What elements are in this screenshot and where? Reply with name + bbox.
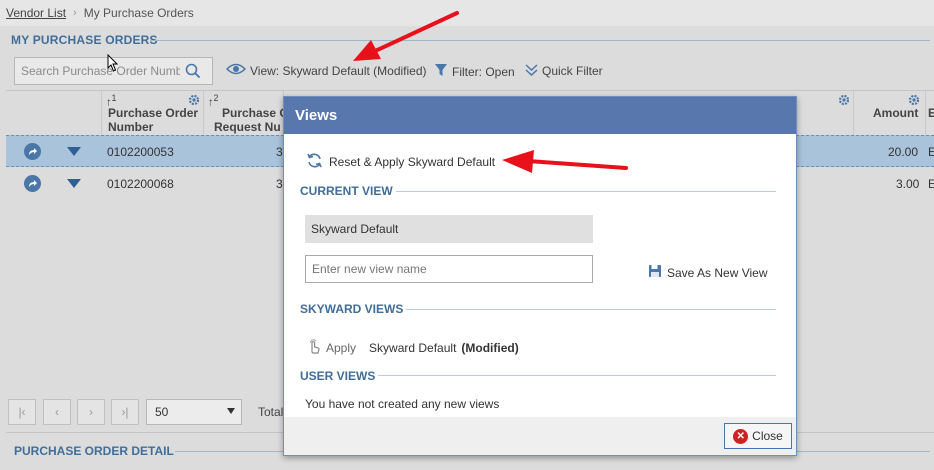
search-input[interactable] bbox=[15, 59, 180, 83]
last-page-icon: ›| bbox=[121, 405, 129, 419]
page-title: MY PURCHASE ORDERS bbox=[11, 33, 158, 47]
po-number-cell: 0102200053 bbox=[107, 145, 174, 159]
save-as-new-view-button[interactable]: Save As New View bbox=[648, 264, 768, 281]
column-po-number-label-2: Number bbox=[108, 120, 154, 134]
current-view-heading: CURRENT VIEW bbox=[300, 184, 393, 198]
column-amount[interactable]: Amount bbox=[854, 91, 926, 135]
dialog-title: Views bbox=[284, 97, 796, 134]
chevron-right-icon: › bbox=[89, 405, 93, 419]
floppy-disk-icon bbox=[648, 264, 662, 281]
expand-triangle-icon[interactable] bbox=[67, 147, 81, 156]
sort-up-arrow-icon: ↑2 bbox=[208, 93, 219, 109]
touch-hand-icon bbox=[307, 338, 321, 357]
filter-label: Filter: Open bbox=[452, 64, 515, 79]
funnel-icon bbox=[434, 63, 448, 80]
view-selector-button[interactable]: View: Skyward Default (Modified) bbox=[225, 63, 427, 78]
gear-icon[interactable] bbox=[908, 94, 920, 106]
user-views-heading: USER VIEWS bbox=[300, 369, 376, 383]
skyward-views-heading: SKYWARD VIEWS bbox=[300, 302, 404, 316]
reset-apply-default-button[interactable]: Reset & Apply Skyward Default bbox=[306, 152, 495, 172]
breadcrumb: Vendor List › My Purchase Orders bbox=[0, 0, 934, 26]
column-po-request-label: Purchase O bbox=[222, 106, 284, 120]
close-label: Close bbox=[752, 429, 783, 443]
page-size-select[interactable]: 50 bbox=[146, 399, 242, 425]
section-divider bbox=[378, 375, 776, 376]
skyward-view-item: Apply Skyward Default (Modified) bbox=[307, 338, 519, 357]
open-arrow-icon[interactable] bbox=[24, 175, 41, 192]
dropdown-arrow-icon bbox=[227, 408, 235, 414]
apply-view-button[interactable]: Apply bbox=[307, 338, 356, 357]
mouse-cursor-icon bbox=[107, 54, 119, 72]
extra-cell: E bbox=[928, 145, 934, 159]
filter-button[interactable]: Filter: Open bbox=[434, 63, 515, 80]
po-number-cell: 0102200068 bbox=[107, 177, 174, 191]
new-view-field bbox=[305, 255, 593, 283]
dialog-footer: ✕ Close bbox=[284, 417, 796, 455]
reset-apply-label: Reset & Apply Skyward Default bbox=[329, 155, 496, 169]
quick-filter-label: Quick Filter bbox=[542, 64, 603, 78]
section-divider bbox=[396, 191, 776, 192]
extra-cell: E bbox=[928, 177, 934, 191]
skyward-view-name: Skyward Default bbox=[369, 340, 457, 355]
modified-badge: (Modified) bbox=[461, 340, 519, 355]
gear-icon[interactable] bbox=[838, 94, 850, 106]
no-user-views-message: You have not created any new views bbox=[305, 397, 500, 411]
refresh-icon bbox=[306, 152, 323, 172]
current-view-name: Skyward Default bbox=[305, 215, 593, 243]
save-as-new-view-label: Save As New View bbox=[667, 265, 768, 280]
po-request-cell: 3 bbox=[276, 145, 283, 159]
first-page-icon: |‹ bbox=[18, 405, 26, 419]
amount-cell: 20.00 bbox=[888, 145, 919, 159]
close-icon: ✕ bbox=[733, 428, 749, 444]
expand-triangle-icon[interactable] bbox=[67, 179, 81, 188]
column-po-number-label: Purchase Order bbox=[108, 106, 199, 120]
prev-page-button[interactable]: ‹ bbox=[43, 399, 71, 425]
last-page-button[interactable]: ›| bbox=[111, 399, 139, 425]
quick-filter-button[interactable]: Quick Filter bbox=[525, 63, 603, 79]
double-chevron-down-icon bbox=[525, 63, 538, 79]
eye-icon bbox=[225, 63, 247, 78]
views-dialog: Views Reset & Apply Skyward Default CURR… bbox=[283, 96, 797, 456]
page-size-value: 50 bbox=[155, 405, 169, 419]
column-extra-label: E bbox=[928, 106, 934, 120]
breadcrumb-current: My Purchase Orders bbox=[83, 6, 194, 20]
view-selector-label: View: Skyward Default (Modified) bbox=[250, 63, 427, 78]
section-divider bbox=[406, 309, 776, 310]
po-request-cell: 3 bbox=[276, 177, 283, 191]
open-arrow-icon[interactable] bbox=[24, 143, 41, 160]
column-po-request-number[interactable]: ↑2 Purchase O Request Nu bbox=[204, 91, 284, 135]
breadcrumb-chevron-icon: › bbox=[73, 7, 77, 19]
gear-icon[interactable] bbox=[188, 94, 200, 106]
first-page-button[interactable]: |‹ bbox=[8, 399, 36, 425]
column-po-request-label-2: Request Nu bbox=[214, 120, 281, 134]
breadcrumb-vendor-list-link[interactable]: Vendor List bbox=[6, 6, 66, 20]
detail-section-title: PURCHASE ORDER DETAIL bbox=[14, 444, 174, 458]
chevron-left-icon: ‹ bbox=[55, 405, 59, 419]
apply-label: Apply bbox=[326, 340, 357, 355]
next-page-button[interactable]: › bbox=[77, 399, 105, 425]
section-divider bbox=[150, 40, 930, 41]
column-actions bbox=[6, 91, 102, 135]
search-icon[interactable] bbox=[180, 58, 206, 84]
column-extra[interactable]: E bbox=[926, 91, 934, 135]
column-po-number[interactable]: ↑1 Purchase Order Number bbox=[102, 91, 204, 135]
amount-cell: 3.00 bbox=[896, 177, 920, 191]
column-amount-label: Amount bbox=[873, 106, 919, 120]
new-view-name-input[interactable] bbox=[306, 256, 590, 282]
close-button[interactable]: ✕ Close bbox=[724, 423, 792, 449]
total-label: Total bbox=[258, 405, 284, 419]
